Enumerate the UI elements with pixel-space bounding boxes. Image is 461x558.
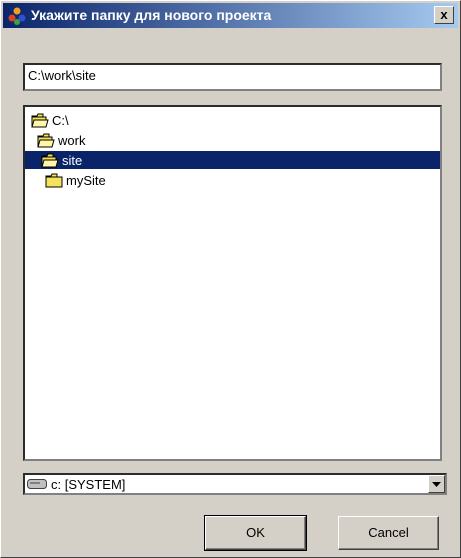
app-icon [8, 7, 26, 25]
folder-tree[interactable]: C:\ work site mySite [23, 105, 442, 461]
chevron-down-icon [432, 481, 441, 487]
tree-item-label: work [58, 132, 86, 148]
tree-item-c-drive[interactable]: C:\ [31, 111, 71, 129]
title-bar[interactable]: Укажите папку для нового проекта x [3, 3, 458, 28]
drive-select-value: c: [SYSTEM] [51, 476, 126, 492]
open-folder-icon [37, 133, 55, 147]
path-input[interactable]: C:\work\site [23, 63, 442, 91]
tree-item-mysite[interactable]: mySite [45, 171, 108, 189]
dialog-window: Укажите папку для нового проекта x C:\wo… [0, 0, 461, 558]
drive-icon [27, 479, 47, 489]
dialog-title: Укажите папку для нового проекта [31, 7, 272, 23]
tree-item-site[interactable]: site [25, 151, 440, 169]
tree-item-label: C:\ [52, 112, 69, 128]
drive-select[interactable]: c: [SYSTEM] [23, 473, 447, 495]
dropdown-button[interactable] [428, 475, 445, 493]
open-folder-icon [31, 113, 49, 127]
cancel-button[interactable]: Cancel [338, 516, 439, 550]
close-icon: x [440, 7, 448, 22]
close-button[interactable]: x [434, 6, 454, 24]
ok-button[interactable]: OK [204, 515, 307, 551]
tree-item-label: site [60, 151, 85, 169]
open-folder-icon [41, 153, 59, 167]
tree-item-work[interactable]: work [37, 131, 87, 149]
tree-item-label: mySite [66, 172, 106, 188]
folder-icon [45, 173, 63, 187]
